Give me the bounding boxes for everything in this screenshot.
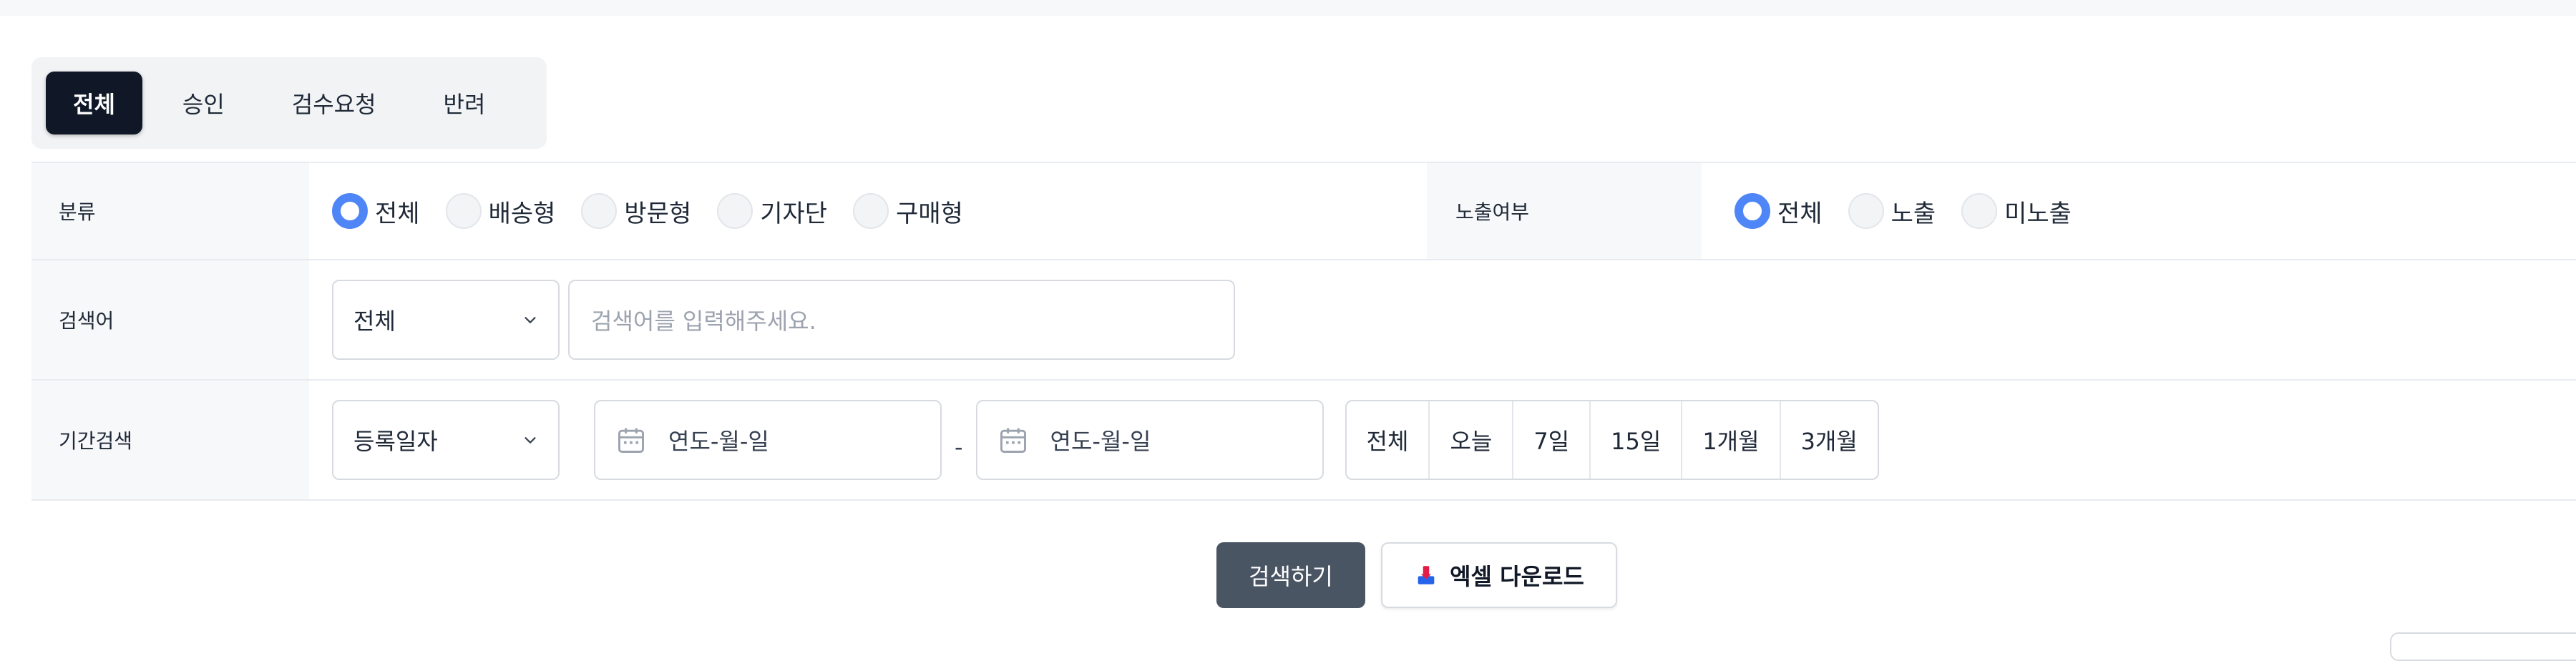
tab-all[interactable]: 전체	[46, 72, 142, 134]
range-all[interactable]: 전체	[1347, 401, 1430, 479]
exposure-radio-all[interactable]: 전체	[1735, 193, 1823, 229]
download-tray-icon	[1418, 566, 1435, 584]
quick-range-group: 전체 오늘 7일 15일 1개월 3개월	[1345, 400, 1879, 480]
keyword-input[interactable]: 검색어를 입력해주세요.	[568, 280, 1235, 360]
radio-label: 기자단	[760, 199, 828, 228]
action-bar: 검색하기 엑셀 다운로드	[1216, 542, 1617, 608]
filter-row-period: 기간검색 등록일자 연도-월-일 - 연도-월-일 전체 오늘 7일 15일 1…	[31, 379, 2576, 501]
radio-selected-icon	[332, 193, 368, 229]
tab-rejected[interactable]: 반려	[416, 72, 513, 134]
status-tabs: 전체 승인 검수요청 반려	[31, 57, 547, 149]
radio-label: 노출	[1890, 199, 1936, 228]
category-radio-purchase[interactable]: 구매형	[853, 193, 963, 229]
category-label: 분류	[31, 163, 309, 259]
radio-label: 미노출	[2004, 199, 2072, 228]
radio-label: 배송형	[488, 199, 556, 228]
tab-approved[interactable]: 승인	[155, 72, 252, 134]
exposure-radio-exposed[interactable]: 노출	[1848, 193, 1936, 229]
exposure-label: 노출여부	[1427, 163, 1702, 259]
excel-download-label: 엑셀 다운로드	[1450, 563, 1584, 590]
partial-control-edge	[2390, 632, 2576, 661]
exposure-radio-hidden[interactable]: 미노출	[1961, 193, 2072, 229]
end-date-placeholder: 연도-월-일	[1050, 428, 1151, 455]
category-radio-visit[interactable]: 방문형	[581, 193, 691, 229]
top-strip	[0, 0, 2576, 16]
category-radio-delivery[interactable]: 배송형	[445, 193, 556, 229]
calendar-icon	[1000, 428, 1026, 453]
filter-table: 분류 전체 배송형 방문형 기자단 구매형 노출여부 전체 노출 미노출 검색어…	[31, 162, 2576, 501]
keyword-type-select[interactable]: 전체	[332, 280, 560, 360]
category-radio-all[interactable]: 전체	[332, 193, 420, 229]
radio-label: 방문형	[624, 199, 692, 228]
date-separator: -	[955, 434, 963, 461]
filter-row-keyword: 검색어 전체 검색어를 입력해주세요.	[31, 259, 2576, 379]
select-value: 등록일자	[353, 428, 438, 455]
radio-icon	[1961, 193, 1998, 229]
tab-review-request[interactable]: 검수요청	[265, 72, 404, 134]
filter-row-category: 분류 전체 배송형 방문형 기자단 구매형 노출여부 전체 노출 미노출	[31, 162, 2576, 259]
search-button[interactable]: 검색하기	[1216, 542, 1365, 608]
keyword-placeholder: 검색어를 입력해주세요.	[591, 308, 816, 335]
radio-label: 구매형	[896, 199, 963, 228]
keyword-label: 검색어	[31, 260, 309, 379]
chevron-down-icon	[525, 437, 536, 444]
category-radio-group: 전체 배송형 방문형 기자단 구매형	[332, 193, 989, 229]
range-7days[interactable]: 7일	[1513, 401, 1591, 479]
period-label: 기간검색	[31, 381, 309, 499]
chevron-down-icon	[525, 317, 536, 323]
period-type-select[interactable]: 등록일자	[332, 400, 560, 480]
radio-label: 전체	[1777, 199, 1823, 228]
excel-download-button[interactable]: 엑셀 다운로드	[1381, 542, 1617, 608]
radio-icon	[853, 193, 889, 229]
end-date-input[interactable]: 연도-월-일	[975, 400, 1324, 480]
range-1month[interactable]: 1개월	[1682, 401, 1781, 479]
range-15days[interactable]: 15일	[1591, 401, 1683, 479]
radio-selected-icon	[1735, 193, 1770, 229]
range-today[interactable]: 오늘	[1430, 401, 1514, 479]
range-3months[interactable]: 3개월	[1781, 401, 1878, 479]
start-date-input[interactable]: 연도-월-일	[594, 400, 942, 480]
category-radio-reporter[interactable]: 기자단	[717, 193, 827, 229]
exposure-radio-group: 전체 노출 미노출	[1735, 163, 2097, 259]
start-date-placeholder: 연도-월-일	[668, 428, 769, 455]
radio-label: 전체	[375, 199, 420, 228]
select-value: 전체	[353, 308, 396, 335]
radio-icon	[717, 193, 753, 229]
radio-icon	[1848, 193, 1884, 229]
radio-icon	[445, 193, 482, 229]
radio-icon	[581, 193, 618, 229]
calendar-icon	[618, 428, 644, 453]
